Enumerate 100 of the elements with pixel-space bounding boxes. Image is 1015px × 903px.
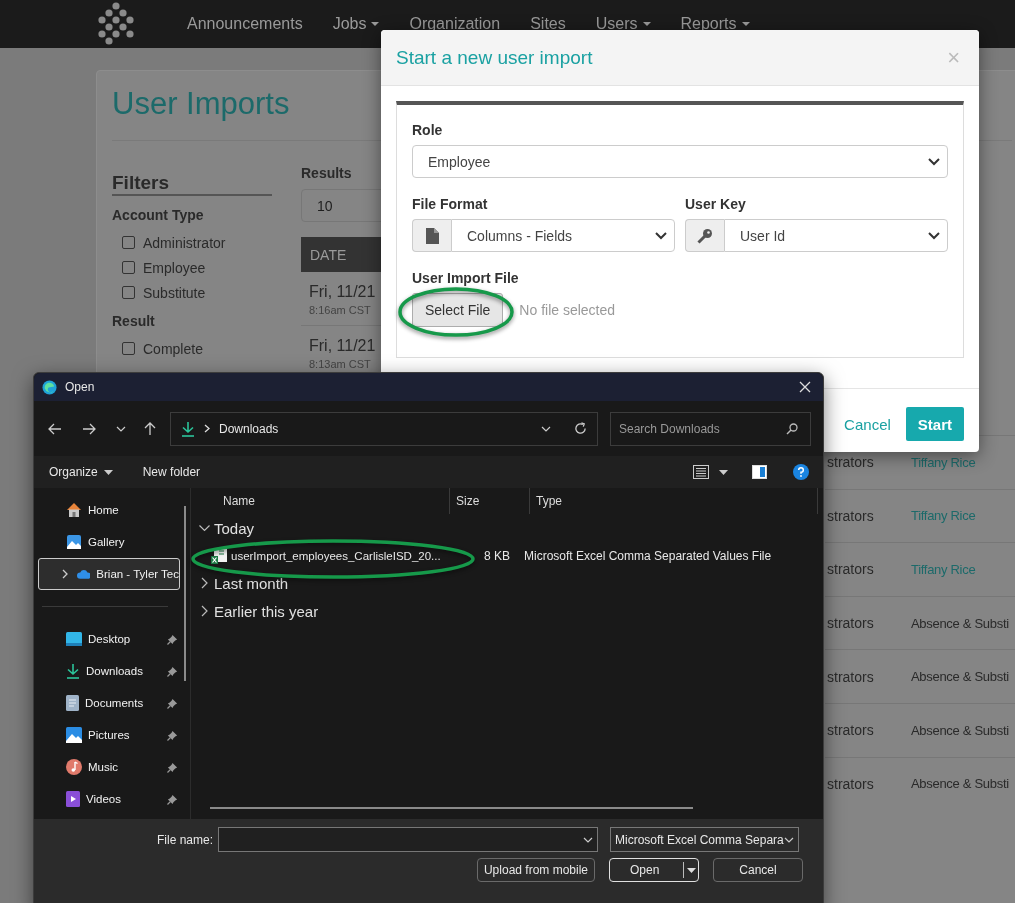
nav-link[interactable]: Sites bbox=[515, 15, 581, 33]
filter-checkbox[interactable]: Administrator bbox=[112, 230, 272, 255]
nav-link[interactable]: Users bbox=[580, 15, 666, 33]
table-cell-text: strators bbox=[826, 561, 875, 578]
table-cell-text: strators bbox=[826, 615, 875, 632]
nav-pane-item[interactable]: Downloads bbox=[38, 655, 180, 687]
dialog-button[interactable]: Cancel bbox=[713, 858, 803, 882]
role-select[interactable]: Employee bbox=[412, 145, 948, 178]
pin-icon[interactable] bbox=[167, 697, 178, 709]
document-icon bbox=[66, 695, 79, 711]
file-type-select[interactable]: Microsoft Excel Comma Separa bbox=[610, 827, 799, 852]
close-icon[interactable] bbox=[799, 381, 811, 393]
table-cell: Absence & Substi bbox=[911, 722, 1009, 738]
select-file-button[interactable]: Select File bbox=[412, 293, 504, 327]
search-icon bbox=[786, 422, 798, 435]
nav-pane-item[interactable]: Desktop bbox=[38, 623, 180, 655]
filter-checkbox[interactable]: Employee bbox=[112, 255, 272, 280]
breadcrumb-chevron-icon bbox=[204, 424, 210, 433]
group-header[interactable]: Last month bbox=[191, 569, 823, 597]
table-cell: Absence & Substi bbox=[911, 615, 1009, 631]
field-label: User Key bbox=[685, 195, 747, 213]
help-icon[interactable] bbox=[793, 464, 809, 480]
cloud-icon bbox=[76, 568, 91, 580]
gallery-icon bbox=[66, 534, 82, 550]
date-text: Fri, 11/21 bbox=[309, 282, 376, 301]
time-text: 8:13am CST bbox=[309, 357, 371, 370]
table-cell-text: strators bbox=[826, 454, 875, 471]
results-label: Results bbox=[301, 164, 353, 182]
search-field[interactable]: Search Downloads bbox=[610, 411, 811, 446]
filter-checkbox[interactable]: Substitute bbox=[112, 280, 272, 305]
picture-icon bbox=[66, 727, 82, 743]
address-bar[interactable]: Downloads bbox=[170, 411, 598, 446]
desktop-icon bbox=[66, 632, 82, 646]
user-key-select[interactable]: User Id bbox=[724, 219, 948, 252]
filter-group-heading: Account Type bbox=[112, 208, 205, 222]
dialog-title: Open bbox=[65, 380, 96, 394]
pin-icon[interactable] bbox=[167, 729, 178, 741]
chevron-down-icon bbox=[784, 836, 794, 843]
up-arrow-icon[interactable] bbox=[144, 421, 156, 436]
filters-heading: Filters bbox=[112, 172, 272, 196]
house-icon bbox=[66, 502, 82, 518]
file-format-select[interactable]: Columns - Fields bbox=[451, 219, 675, 252]
nav-link[interactable]: Announcements bbox=[172, 15, 318, 33]
column-header[interactable]: Size bbox=[450, 488, 530, 514]
group-chevron-icon bbox=[201, 577, 208, 589]
command-button[interactable]: Organize bbox=[49, 465, 113, 479]
chevron-down-icon bbox=[583, 836, 593, 843]
filter-checkbox[interactable]: Complete bbox=[112, 336, 272, 361]
nav-pane-item[interactable]: Gallery bbox=[38, 526, 180, 558]
nav-pane-item[interactable]: Music bbox=[38, 751, 180, 783]
table-cell: Absence & Substi bbox=[911, 776, 1009, 792]
forward-arrow-icon[interactable] bbox=[82, 422, 96, 435]
time-text: 8:16am CST bbox=[309, 304, 371, 316]
command-button[interactable]: New folder bbox=[142, 465, 201, 479]
chevron-down-icon[interactable] bbox=[541, 425, 551, 432]
preview-pane-icon[interactable] bbox=[752, 465, 767, 479]
filter-group-heading: Result bbox=[112, 314, 156, 328]
dialog-button[interactable]: Upload from mobile bbox=[476, 858, 595, 882]
nav-pane-item[interactable]: Brian - Tyler Tec bbox=[38, 558, 180, 590]
column-header[interactable]: Type bbox=[530, 488, 818, 514]
nav-pane-item[interactable]: Videos bbox=[38, 783, 180, 815]
chevron-down-icon[interactable] bbox=[116, 425, 126, 432]
chevron-down-icon bbox=[928, 232, 940, 240]
group-header[interactable]: Earlier this year bbox=[191, 597, 823, 625]
file-row[interactable]: userImport_employees_CarlisleISD_20... 8 KB Microsoft Excel Comma Separated Values File bbox=[191, 542, 823, 569]
nav-pane-item[interactable]: Pictures bbox=[38, 719, 180, 751]
table-cell-text: strators bbox=[826, 775, 875, 792]
nav-pane-item[interactable]: Documents bbox=[38, 687, 180, 719]
nav-pane-item[interactable]: Home bbox=[38, 494, 180, 526]
nav-link[interactable]: Organization bbox=[394, 15, 516, 33]
open-button[interactable]: Open bbox=[609, 858, 699, 882]
download-icon bbox=[66, 663, 80, 679]
modal-title: Start a new user import bbox=[396, 46, 594, 69]
browser-icon bbox=[42, 379, 57, 395]
caret-icon[interactable] bbox=[719, 469, 728, 475]
column-header[interactable]: Name bbox=[191, 488, 450, 514]
key-icon bbox=[697, 227, 713, 244]
table-cell: Absence & Substi bbox=[911, 669, 1009, 685]
pin-icon[interactable] bbox=[167, 793, 178, 805]
refresh-icon[interactable] bbox=[574, 422, 587, 435]
pin-icon[interactable] bbox=[167, 633, 178, 645]
pin-icon[interactable] bbox=[167, 761, 178, 773]
file-name-field[interactable] bbox=[218, 827, 598, 852]
nav-link[interactable]: Reports bbox=[665, 15, 765, 33]
nav-link[interactable]: Jobs bbox=[317, 15, 395, 33]
chevron-down-icon bbox=[928, 158, 940, 166]
group-chevron-icon bbox=[198, 524, 211, 532]
date-text: Fri, 11/21 bbox=[309, 335, 376, 355]
page-title: User Imports bbox=[112, 86, 291, 122]
group-header[interactable]: Today bbox=[191, 514, 823, 542]
details-view-icon[interactable] bbox=[693, 465, 709, 479]
group-chevron-icon bbox=[201, 605, 208, 617]
chevron-down-icon bbox=[655, 232, 667, 240]
pin-icon[interactable] bbox=[167, 665, 178, 677]
back-arrow-icon[interactable] bbox=[48, 422, 62, 435]
field-label: Role bbox=[412, 121, 444, 139]
expand-chevron-icon[interactable] bbox=[62, 569, 69, 579]
logo-icon[interactable] bbox=[95, 1, 137, 47]
field-label: User Import File bbox=[412, 269, 520, 287]
field-label: File Format bbox=[412, 195, 489, 213]
